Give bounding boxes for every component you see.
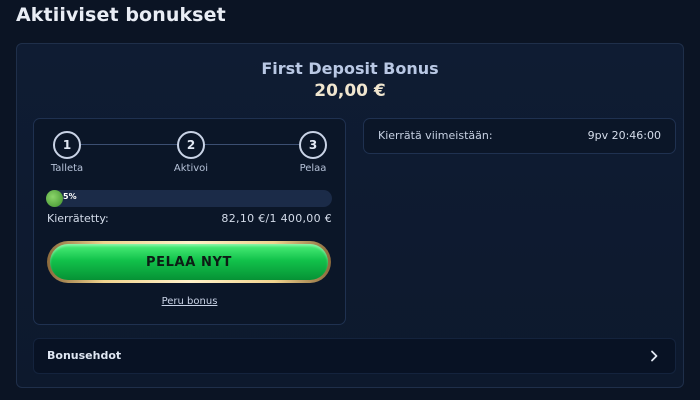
step-1-label: Talleta	[50, 163, 84, 174]
bonus-amount: 20,00 €	[314, 81, 386, 101]
step-1-circle: 1	[53, 131, 81, 159]
play-now-button-frame: PELAA NYT	[47, 241, 331, 283]
bonus-name: First Deposit Bonus	[261, 59, 439, 78]
step-2-circle: 2	[177, 131, 205, 159]
step-3-label: Pelaa	[299, 163, 327, 174]
bonus-terms-row[interactable]: Bonusehdot	[33, 338, 676, 374]
wagered-label: Kierrätetty:	[47, 212, 109, 225]
wagering-deadline-label: Kierrätä viimeistään:	[378, 129, 493, 142]
wagering-progress-bar: 5%	[46, 190, 332, 207]
cancel-bonus-link[interactable]: Peru bonus	[34, 296, 345, 307]
wagering-deadline-card: Kierrätä viimeistään: 9pv 20:46:00	[363, 118, 676, 154]
wagering-progress-percent: 5%	[63, 192, 77, 201]
step-2-label: Aktivoi	[173, 163, 209, 174]
wagered-value: 82,10 €/1 400,00 €	[221, 212, 332, 225]
wagering-progress-fill	[46, 190, 63, 207]
wagering-deadline-value: 9pv 20:46:00	[587, 129, 661, 142]
page-title: Aktiiviset bonukset	[16, 4, 226, 26]
step-3-circle: 3	[299, 131, 327, 159]
chevron-right-icon	[651, 350, 658, 362]
play-now-button[interactable]: PELAA NYT	[50, 244, 328, 280]
bonus-steps-card: 1 2 3 Talleta Aktivoi Pelaa 5% Kierrätet…	[33, 118, 346, 325]
bonus-terms-label: Bonusehdot	[47, 349, 122, 362]
bonus-panel: First Deposit Bonus 20,00 € 1 2 3 Tallet…	[16, 43, 684, 388]
